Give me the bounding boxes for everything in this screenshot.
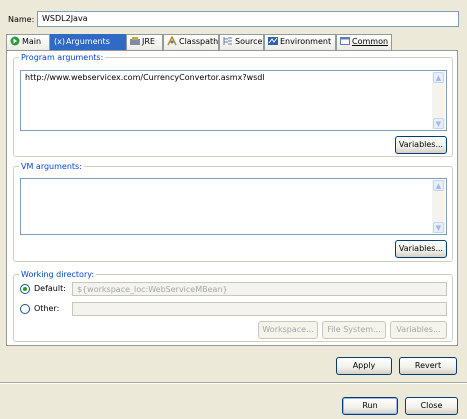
scroll-up-icon[interactable]: ▲ xyxy=(433,180,444,191)
vm-arguments-variables-button[interactable]: Variables... xyxy=(395,240,447,258)
file-system-button[interactable]: File System... xyxy=(322,321,386,339)
working-directory-label: Working directory: xyxy=(19,270,97,280)
run-button[interactable]: Run xyxy=(342,397,398,415)
tab-jre[interactable]: JRE xyxy=(126,34,163,50)
tab-jre-label: JRE xyxy=(142,37,155,46)
program-arguments-value: http://www.webservicex.com/CurrencyConve… xyxy=(25,73,265,82)
revert-button[interactable]: Revert xyxy=(399,357,457,375)
footer-separator-highlight xyxy=(0,383,467,384)
apply-button[interactable]: Apply xyxy=(336,357,392,375)
arguments-icon: (x) xyxy=(54,36,65,46)
tab-main[interactable]: Main xyxy=(6,34,50,50)
source-icon xyxy=(223,36,233,46)
scroll-down-icon[interactable]: ▼ xyxy=(433,118,444,129)
vm-arguments-textarea[interactable]: ▲ ▼ xyxy=(20,178,447,235)
tab-source[interactable]: Source xyxy=(219,34,264,50)
tab-environment[interactable]: Environment xyxy=(264,34,336,50)
tab-main-label: Main xyxy=(22,37,42,46)
tab-common-label: Common xyxy=(352,37,389,46)
close-button[interactable]: Close xyxy=(405,397,458,415)
main-icon xyxy=(10,36,20,46)
name-label: Name: xyxy=(8,15,35,24)
working-directory-variables-button[interactable]: Variables... xyxy=(390,321,447,339)
tab-classpath-label: Classpath xyxy=(179,37,219,46)
common-icon xyxy=(340,36,350,46)
tab-classpath[interactable]: Classpath xyxy=(163,34,219,50)
svg-text:(x): (x) xyxy=(54,37,65,46)
tab-environment-label: Environment xyxy=(280,37,332,46)
name-input[interactable]: WSDL2Java xyxy=(37,11,459,27)
other-radio-label: Other: xyxy=(34,304,60,313)
other-directory-field[interactable] xyxy=(72,302,447,316)
default-radio[interactable] xyxy=(20,284,30,294)
classpath-icon xyxy=(167,35,177,46)
tab-common[interactable]: Common xyxy=(336,34,392,50)
tab-source-label: Source xyxy=(235,37,263,46)
program-arguments-scrollbar[interactable]: ▲ ▼ xyxy=(432,72,445,129)
program-arguments-label: Program arguments: xyxy=(19,53,106,63)
default-directory-field: ${workspace_loc:WebServiceMBean} xyxy=(72,282,447,296)
environment-icon xyxy=(268,36,278,46)
tab-arguments[interactable]: (x) Arguments xyxy=(50,34,126,51)
tab-arguments-label: Arguments xyxy=(66,37,110,46)
program-arguments-textarea[interactable]: http://www.webservicex.com/CurrencyConve… xyxy=(20,70,447,131)
arguments-panel: Program arguments: http://www.webservice… xyxy=(6,50,458,346)
default-radio-label: Default: xyxy=(34,284,66,293)
vm-arguments-scrollbar[interactable]: ▲ ▼ xyxy=(432,180,445,233)
vm-arguments-label: VM arguments: xyxy=(19,162,84,172)
jre-icon xyxy=(130,36,140,46)
scroll-down-icon[interactable]: ▼ xyxy=(433,222,444,233)
scroll-up-icon[interactable]: ▲ xyxy=(433,72,444,83)
workspace-button[interactable]: Workspace... xyxy=(258,321,318,339)
other-radio[interactable] xyxy=(20,304,30,314)
program-arguments-variables-button[interactable]: Variables... xyxy=(395,136,447,154)
